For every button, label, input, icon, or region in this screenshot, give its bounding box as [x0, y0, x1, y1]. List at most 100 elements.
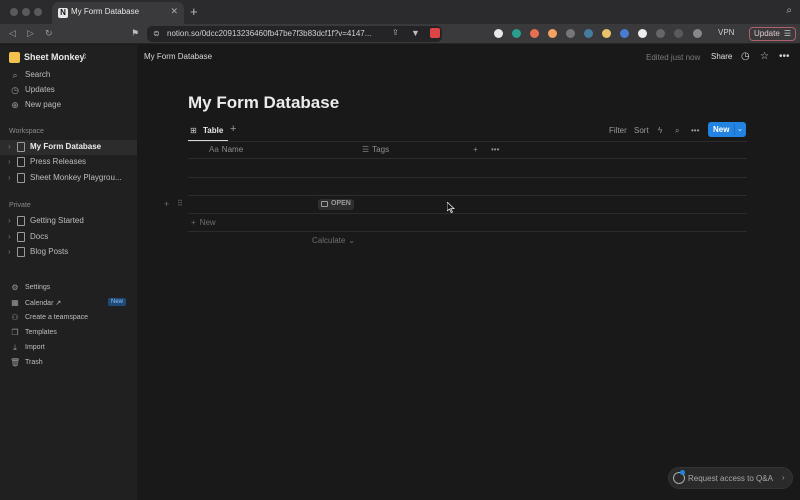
extension-10-icon[interactable]: [656, 29, 665, 38]
extension-5-icon[interactable]: [566, 29, 575, 38]
share-button[interactable]: Share: [711, 52, 732, 61]
chevron-right-icon[interactable]: ›: [8, 173, 11, 182]
sidebar-item-updates[interactable]: ◷ Updates: [0, 83, 137, 98]
chevron-right-icon[interactable]: ›: [8, 142, 11, 151]
breadcrumb[interactable]: My Form Database: [144, 52, 212, 61]
browser-tab[interactable]: N My Form Database ✕: [52, 2, 184, 24]
update-label: Update: [754, 29, 780, 38]
sidebar-page-sheet-monkey-playground[interactable]: › Sheet Monkey Playgrou...: [0, 171, 137, 186]
sidebar-item-search[interactable]: ⌕ Search: [0, 68, 137, 83]
zoom-window-button[interactable]: [34, 8, 42, 16]
automation-icon[interactable]: ϟ: [658, 126, 662, 135]
chevron-updown-icon: ⇕: [81, 52, 88, 61]
reload-icon[interactable]: ↻: [45, 28, 53, 39]
extension-11-icon[interactable]: [674, 29, 683, 38]
extension-2-icon[interactable]: [512, 29, 521, 38]
chevron-right-icon[interactable]: ›: [8, 216, 11, 225]
add-property-icon[interactable]: +: [473, 145, 478, 154]
sidebar-item-import[interactable]: ⤓ Import: [0, 341, 137, 355]
site-info-icon[interactable]: ⊜: [153, 29, 160, 38]
sidebar-item-label: Settings: [25, 284, 51, 291]
tab-close-icon[interactable]: ✕: [170, 6, 178, 17]
calculate-button[interactable]: Calculate ⌄: [312, 236, 355, 245]
menu-icon: ☰: [783, 29, 791, 38]
filter-button[interactable]: Filter: [609, 126, 627, 135]
drag-handle-icon[interactable]: ⠿: [177, 199, 183, 208]
sidebar-page-blog-posts[interactable]: › Blog Posts: [0, 245, 137, 260]
minimize-window-button[interactable]: [22, 8, 30, 16]
chevron-right-icon[interactable]: ›: [8, 157, 11, 166]
plus-icon: +: [191, 218, 196, 227]
update-button[interactable]: Update ☰: [749, 27, 796, 41]
sidebar-item-label: Trash: [25, 359, 43, 366]
vpn-button[interactable]: VPN: [718, 28, 734, 37]
column-header-tags[interactable]: ☰ Tags: [362, 145, 389, 154]
open-row-button[interactable]: OPEN: [318, 199, 354, 210]
search-icon: ⌕: [12, 70, 18, 80]
sidebar-page-getting-started[interactable]: › Getting Started: [0, 214, 137, 229]
sidebar-item-trash[interactable]: 🗑 Trash: [0, 356, 137, 370]
chevron-right-icon[interactable]: ›: [8, 232, 11, 241]
back-icon[interactable]: ◁: [9, 28, 16, 39]
sidebar-item-label: Updates: [25, 85, 55, 94]
share-page-icon[interactable]: ⇪: [392, 28, 399, 37]
column-more-icon[interactable]: •••: [491, 145, 499, 154]
request-access-qa-button[interactable]: Request access to Q&A ›: [668, 467, 793, 489]
close-window-button[interactable]: [10, 8, 18, 16]
main-content: My Form Database Edited just now Share ◷…: [137, 45, 800, 500]
text-property-icon: Aa: [209, 145, 219, 154]
star-icon[interactable]: ☆: [760, 51, 769, 62]
table-top-border: [188, 141, 747, 142]
more-icon[interactable]: •••: [691, 126, 699, 135]
new-row-button[interactable]: + New: [191, 218, 216, 227]
extension-4-icon[interactable]: [548, 29, 557, 38]
sidebar-item-new-page[interactable]: ⊕ New page: [0, 98, 137, 113]
tab-search-icon[interactable]: ⌕: [786, 5, 792, 16]
sidebar-page-my-form-database[interactable]: › My Form Database: [0, 140, 137, 155]
table-icon: ⊞: [190, 126, 197, 135]
add-row-icon[interactable]: +: [164, 199, 169, 209]
sidebar-item-settings[interactable]: ⚙ Settings: [0, 281, 137, 295]
chevron-down-icon[interactable]: ⌄: [737, 125, 743, 133]
sidebar: Sheet Monkey ⇕ ⌕ Search ◷ Updates ⊕ New …: [0, 45, 137, 500]
page-icon: [17, 157, 25, 167]
open-icon: [321, 201, 328, 207]
more-options-icon[interactable]: •••: [779, 51, 790, 62]
bookmark-icon[interactable]: ⚑: [131, 28, 139, 39]
new-tab-button[interactable]: +: [190, 4, 198, 19]
page-icon: [17, 232, 25, 242]
column-label: Name: [221, 145, 244, 154]
add-view-button[interactable]: +: [230, 123, 236, 135]
sort-button[interactable]: Sort: [634, 126, 649, 135]
extension-7-icon[interactable]: [602, 29, 611, 38]
brave-shield-icon[interactable]: ▼: [411, 28, 420, 38]
team-icon: ⚇: [11, 313, 19, 322]
brave-rewards-icon[interactable]: [430, 28, 440, 38]
extension-1-icon[interactable]: [494, 29, 503, 38]
extension-3-icon[interactable]: [530, 29, 539, 38]
new-row-label: New: [199, 218, 216, 227]
sidebar-item-create-teamspace[interactable]: ⚇ Create a teamspace: [0, 311, 137, 325]
sidebar-item-calendar[interactable]: ▦ Calendar ↗ New: [0, 296, 137, 310]
extension-6-icon[interactable]: [584, 29, 593, 38]
extension-9-icon[interactable]: [638, 29, 647, 38]
sidebar-page-press-releases[interactable]: › Press Releases: [0, 155, 137, 170]
row-border: [188, 195, 747, 196]
extension-8-icon[interactable]: [620, 29, 629, 38]
sidebar-item-label: Search: [25, 70, 51, 79]
page-icon: [17, 247, 25, 257]
forward-icon[interactable]: ▷: [27, 28, 34, 39]
history-icon[interactable]: ◷: [741, 51, 750, 62]
chevron-right-icon[interactable]: ›: [8, 247, 11, 256]
new-record-button[interactable]: New ⌄: [708, 122, 746, 137]
column-label: Tags: [372, 145, 390, 154]
sidebar-page-docs[interactable]: › Docs: [0, 230, 137, 245]
page-title[interactable]: My Form Database: [188, 93, 339, 113]
column-header-name[interactable]: Aa Name: [209, 145, 243, 154]
sidebar-toggle-icon[interactable]: [693, 29, 702, 38]
row-border: [188, 231, 747, 232]
sidebar-item-templates[interactable]: ❒ Templates: [0, 326, 137, 340]
open-label: OPEN: [331, 200, 351, 207]
header-bottom-border: [188, 158, 747, 159]
search-icon[interactable]: ⌕: [675, 126, 679, 136]
